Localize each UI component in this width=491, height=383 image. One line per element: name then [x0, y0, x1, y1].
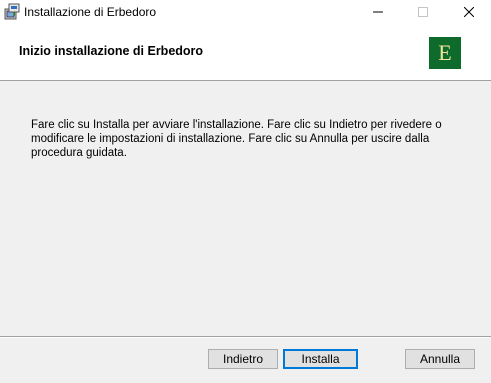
installer-window: Installazione di Erbedoro Inizio install… — [0, 0, 491, 383]
page-title: Inizio installazione di Erbedoro — [19, 44, 204, 58]
close-button[interactable] — [446, 0, 491, 24]
header-banner: Inizio installazione di Erbedoro E — [0, 24, 491, 81]
install-button[interactable]: Installa — [283, 349, 358, 369]
brand-logo: E — [429, 37, 461, 69]
footer-divider — [0, 336, 491, 338]
maximize-icon — [418, 7, 428, 17]
window-title: Installazione di Erbedoro — [24, 5, 157, 19]
cancel-button[interactable]: Annulla — [405, 349, 475, 369]
instructions-text: Fare clic su Installa per avviare l'inst… — [31, 119, 442, 159]
close-icon — [464, 7, 474, 17]
minimize-icon — [373, 11, 383, 13]
brand-logo-letter: E — [438, 40, 452, 65]
installer-package-icon — [4, 3, 20, 20]
minimize-button[interactable] — [355, 0, 401, 24]
maximize-button[interactable] — [400, 0, 446, 24]
title-bar[interactable]: Installazione di Erbedoro — [0, 0, 491, 24]
back-button[interactable]: Indietro — [208, 349, 278, 369]
